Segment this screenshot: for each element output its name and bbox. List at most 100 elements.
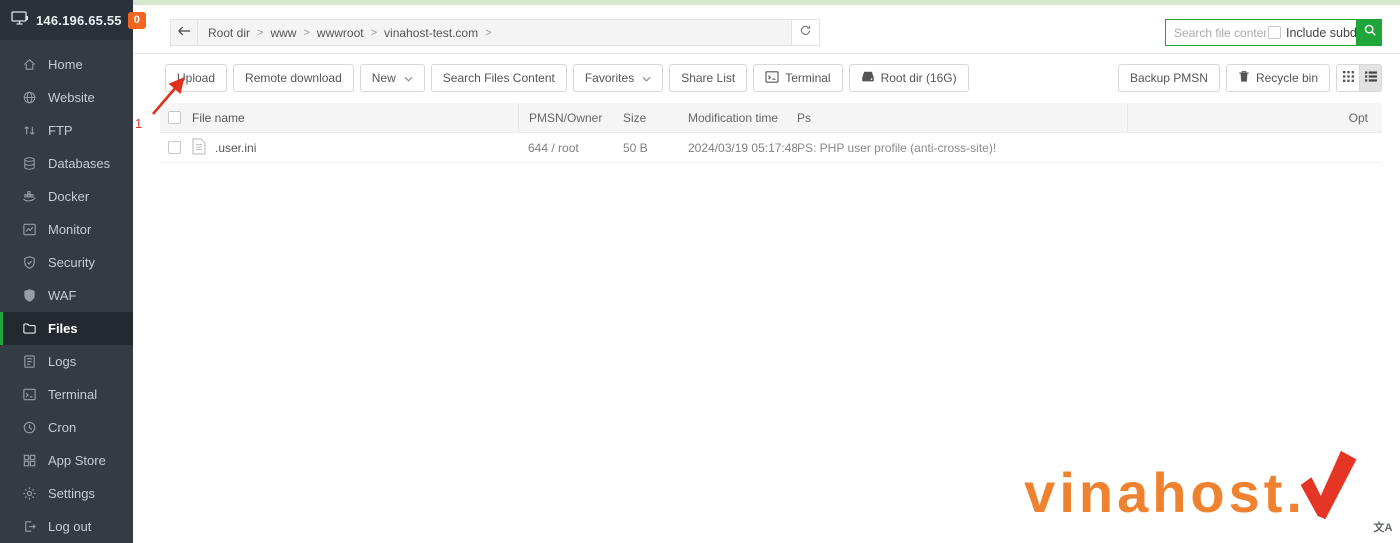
column-header-file-name[interactable]: File name: [192, 111, 518, 125]
table-row[interactable]: .user.ini 644 / root 50 B 2024/03/19 05:…: [160, 133, 1382, 163]
sidebar-item-label: Logs: [48, 354, 76, 369]
sidebar-item-files[interactable]: Files: [0, 312, 133, 345]
sidebar-item-databases[interactable]: Databases: [0, 147, 133, 180]
list-view-icon: [1365, 69, 1377, 87]
sidebar-item-terminal[interactable]: Terminal: [0, 378, 133, 411]
log-icon: [21, 354, 37, 370]
breadcrumb-item-root[interactable]: Root dir: [208, 26, 250, 40]
refresh-button[interactable]: [791, 20, 819, 45]
ftp-icon: [21, 123, 37, 139]
sidebar-item-label: Website: [48, 90, 95, 105]
column-header-pmsn-owner[interactable]: PMSN/Owner: [518, 103, 618, 132]
upload-button[interactable]: Upload: [165, 64, 227, 92]
sidebar-item-label: Home: [48, 57, 83, 72]
search-input[interactable]: [1174, 26, 1266, 40]
grid-view-icon: [1343, 69, 1354, 87]
breadcrumb-item-www[interactable]: www: [270, 26, 296, 40]
sidebar-item-logs[interactable]: Logs: [0, 345, 133, 378]
server-ip: 146.196.65.55: [36, 13, 122, 28]
remote-download-button[interactable]: Remote download: [233, 64, 354, 92]
folder-icon: [21, 321, 37, 337]
sidebar-item-label: Databases: [48, 156, 110, 171]
include-subdir-checkbox[interactable]: [1268, 26, 1281, 39]
include-subdir-option[interactable]: Include subdir: [1268, 26, 1364, 40]
sidebar-item-monitor[interactable]: Monitor: [0, 213, 133, 246]
share-list-label: Share List: [681, 71, 735, 85]
share-list-button[interactable]: Share List: [669, 64, 747, 92]
breadcrumb-separator: >: [371, 27, 377, 39]
sidebar-item-settings[interactable]: Settings: [0, 477, 133, 510]
breadcrumb-item-wwwroot[interactable]: wwwroot: [317, 26, 364, 40]
sidebar-item-logout[interactable]: Log out: [0, 510, 133, 543]
terminal-button[interactable]: Terminal: [753, 64, 842, 92]
sidebar-item-app-store[interactable]: App Store: [0, 444, 133, 477]
sidebar-item-label: Settings: [48, 486, 95, 501]
column-header-modification-time[interactable]: Modification time: [685, 111, 797, 125]
annotation-step-number: 1: [135, 116, 142, 131]
translate-glyph: 文A: [1374, 519, 1393, 535]
message-count-badge[interactable]: 0: [128, 12, 146, 29]
new-dropdown-button[interactable]: New: [360, 64, 425, 92]
server-header[interactable]: 146.196.65.55 0: [0, 0, 133, 40]
sidebar-item-docker[interactable]: Docker: [0, 180, 133, 213]
sidebar-item-label: Security: [48, 255, 95, 270]
back-button[interactable]: [171, 20, 198, 45]
docker-icon: [21, 189, 37, 205]
terminal-label: Terminal: [785, 71, 830, 85]
sidebar-item-security[interactable]: Security: [0, 246, 133, 279]
refresh-icon: [799, 24, 812, 42]
column-header-ps[interactable]: Ps: [797, 111, 1127, 125]
column-header-size[interactable]: Size: [618, 111, 685, 125]
breadcrumb-item-site[interactable]: vinahost-test.com: [384, 26, 478, 40]
sidebar-item-ftp[interactable]: FTP: [0, 114, 133, 147]
chevron-down-icon: [404, 71, 413, 85]
sidebar-item-label: Docker: [48, 189, 89, 204]
file-table: File name PMSN/Owner Size Modification t…: [160, 103, 1382, 163]
top-accent-strip: [133, 0, 1400, 5]
list-view-button[interactable]: [1359, 64, 1382, 92]
logout-icon: [21, 519, 37, 535]
translate-icon[interactable]: 文A: [1373, 517, 1393, 537]
backup-pmsn-button[interactable]: Backup PMSN: [1118, 64, 1220, 92]
sidebar-item-label: Cron: [48, 420, 76, 435]
toolbar-divider: [133, 53, 1400, 54]
sidebar-item-label: Monitor: [48, 222, 91, 237]
database-icon: [21, 156, 37, 172]
vinahost-logo-checkmark-icon: [1296, 446, 1358, 529]
table-header-row: File name PMSN/Owner Size Modification t…: [160, 103, 1382, 133]
remote-download-label: Remote download: [245, 71, 342, 85]
search-button[interactable]: [1357, 19, 1382, 46]
row-checkbox[interactable]: [168, 141, 181, 154]
main-content: Root dir > www > wwwroot > vinahost-test…: [133, 0, 1400, 543]
file-name[interactable]: .user.ini: [215, 141, 256, 155]
breadcrumb-separator: >: [303, 27, 309, 39]
sidebar-item-cron[interactable]: Cron: [0, 411, 133, 444]
breadcrumb: Root dir > www > wwwroot > vinahost-test…: [198, 20, 791, 45]
sidebar-item-home[interactable]: Home: [0, 48, 133, 81]
root-dir-button[interactable]: Root dir (16G): [849, 64, 969, 92]
favorites-dropdown-button[interactable]: Favorites: [573, 64, 663, 92]
search-files-content-label: Search Files Content: [443, 71, 555, 85]
sidebar-item-label: WAF: [48, 288, 76, 303]
file-toolbar: Upload Remote download New Search Files …: [165, 64, 1382, 92]
back-arrow-icon: [177, 24, 191, 42]
path-bar: Root dir > www > wwwroot > vinahost-test…: [170, 19, 820, 46]
view-toggle-group: [1336, 64, 1382, 92]
trash-icon: [1238, 70, 1250, 86]
breadcrumb-separator: >: [257, 27, 263, 39]
sidebar-item-label: FTP: [48, 123, 73, 138]
terminal-icon: [21, 387, 37, 403]
sidebar-item-waf[interactable]: WAF: [0, 279, 133, 312]
grid-view-button[interactable]: [1336, 64, 1359, 92]
search-files-content-button[interactable]: Search Files Content: [431, 64, 567, 92]
file-search-group: Include subdir: [1165, 19, 1382, 46]
gear-icon: [21, 486, 37, 502]
sidebar-item-website[interactable]: Website: [0, 81, 133, 114]
vinahost-logo: vinahost.: [1024, 446, 1358, 539]
recycle-bin-button[interactable]: Recycle bin: [1226, 64, 1330, 92]
file-icon: [192, 138, 215, 158]
upload-label: Upload: [177, 71, 215, 85]
monitor-icon: [11, 10, 29, 31]
select-all-checkbox[interactable]: [168, 111, 181, 124]
shield-check-icon: [21, 255, 37, 271]
